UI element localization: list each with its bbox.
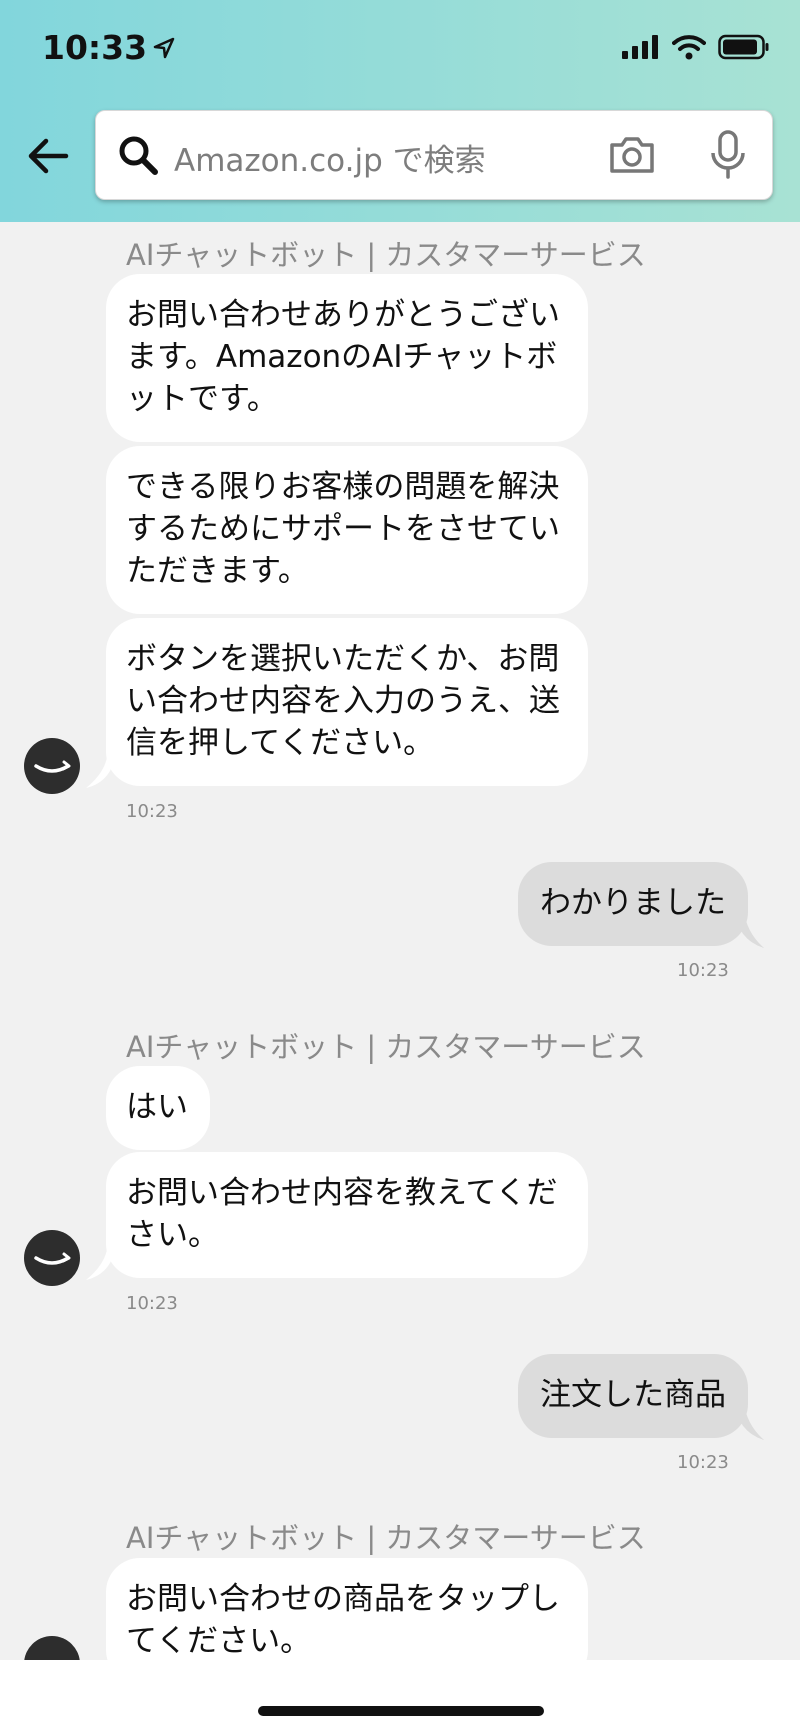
message-timestamp: 10:23 bbox=[677, 1452, 729, 1473]
search-icon bbox=[119, 136, 158, 175]
bot-message: お問い合わせありがとうございます。AmazonのAIチャットボットです。 bbox=[106, 274, 588, 442]
wifi-icon bbox=[672, 35, 706, 60]
back-button[interactable] bbox=[24, 132, 72, 180]
status-icons bbox=[622, 34, 770, 60]
sender-label: AIチャットボット | カスタマーサービス bbox=[126, 1521, 646, 1555]
amazon-smile-icon bbox=[34, 760, 71, 773]
message-timestamp: 10:23 bbox=[677, 960, 729, 981]
bot-message: できる限りお客様の問題を解決するためにサポートをさせていただきます。 bbox=[106, 446, 588, 614]
bubble-tail bbox=[734, 1402, 764, 1440]
amazon-smile-icon bbox=[34, 1252, 71, 1265]
search-input[interactable]: Amazon.co.jp で検索 bbox=[174, 135, 486, 180]
bot-avatar bbox=[24, 738, 80, 794]
message-timestamp: 10:23 bbox=[126, 1293, 178, 1314]
bot-message: ボタンを選択いただくか、お問い合わせ内容を入力のうえ、送信を押してください。 bbox=[106, 618, 588, 786]
sender-label: AIチャットボット | カスタマーサービス bbox=[126, 1030, 646, 1064]
message-timestamp: 10:23 bbox=[126, 801, 178, 822]
bot-message: はい bbox=[106, 1066, 210, 1150]
bubble-tail bbox=[86, 752, 116, 788]
clock-text: 10:33 bbox=[42, 28, 148, 67]
sender-label: AIチャットボット | カスタマーサービス bbox=[126, 238, 646, 272]
battery-icon bbox=[718, 34, 769, 60]
status-bar-time: 10:33 bbox=[42, 28, 175, 67]
location-arrow-icon bbox=[153, 37, 175, 58]
back-arrow-icon bbox=[28, 138, 69, 174]
bottom-safe-area bbox=[0, 1660, 800, 1732]
search-bar[interactable]: Amazon.co.jp で検索 bbox=[95, 110, 773, 200]
cellular-signal-icon bbox=[622, 35, 658, 59]
user-message: 注文した商品 bbox=[518, 1354, 748, 1438]
app-header: 10:33 Amazon.co.jp で検索 bbox=[0, 0, 800, 222]
microphone-icon[interactable] bbox=[708, 129, 748, 181]
bot-message: お問い合わせ内容を教えてください。 bbox=[106, 1152, 588, 1278]
bubble-tail bbox=[734, 910, 764, 948]
home-indicator[interactable] bbox=[258, 1706, 544, 1716]
user-message: わかりました bbox=[518, 862, 748, 946]
bubble-tail bbox=[86, 1244, 116, 1280]
bot-avatar bbox=[24, 1230, 80, 1286]
camera-icon[interactable] bbox=[608, 133, 656, 177]
